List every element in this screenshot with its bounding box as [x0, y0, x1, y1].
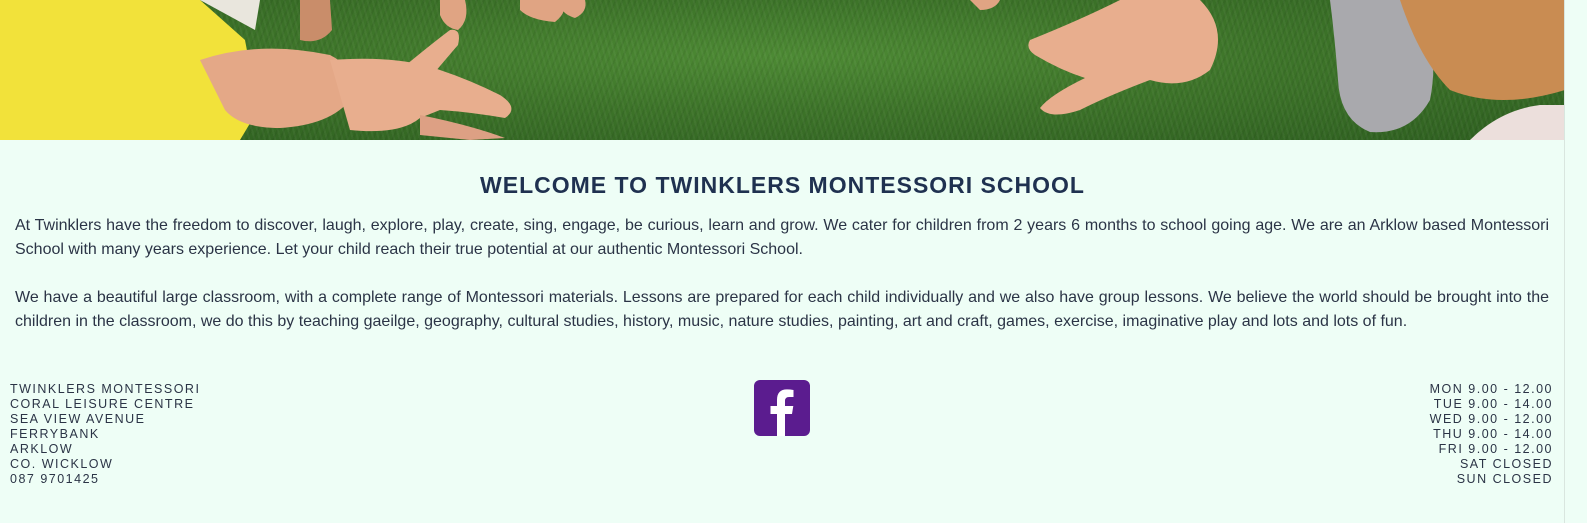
hours-line: SUN CLOSED	[1456, 472, 1553, 486]
hours-line: SAT CLOSED	[1459, 457, 1553, 471]
hero-photo-illustration	[0, 0, 1565, 140]
address-line: FERRYBANK	[10, 427, 100, 441]
address-line: CO. WICKLOW	[10, 457, 114, 471]
hours-line: TUE 9.00 - 14.00	[1433, 397, 1553, 411]
phone-number: 087 9701425	[10, 472, 100, 486]
hours-line: MON 9.00 - 12.00	[1429, 382, 1553, 396]
address-line: ARKLOW	[10, 442, 74, 456]
intro-paragraph: At Twinklers have the freedom to discove…	[15, 217, 1549, 258]
hours-line: THU 9.00 - 14.00	[1433, 427, 1553, 441]
address-line: CORAL LEISURE CENTRE	[10, 397, 195, 411]
page-title: WELCOME TO TWINKLERS MONTESSORI SCHOOL	[480, 172, 1085, 198]
address-line: SEA VIEW AVENUE	[10, 412, 146, 426]
footer-address: TWINKLERS MONTESSORI CORAL LEISURE CENTR…	[10, 382, 200, 487]
classroom-paragraph: We have a beautiful large classroom, wit…	[15, 289, 1549, 330]
hours-line: FRI 9.00 - 12.00	[1438, 442, 1553, 456]
page-scrollbar[interactable]	[1564, 0, 1587, 523]
address-line: TWINKLERS MONTESSORI	[10, 382, 201, 396]
opening-hours: MON 9.00 - 12.00 TUE 9.00 - 14.00 WED 9.…	[1430, 382, 1553, 487]
facebook-icon[interactable]	[754, 380, 810, 436]
hours-line: WED 9.00 - 12.00	[1429, 412, 1553, 426]
hero-image	[0, 0, 1565, 140]
